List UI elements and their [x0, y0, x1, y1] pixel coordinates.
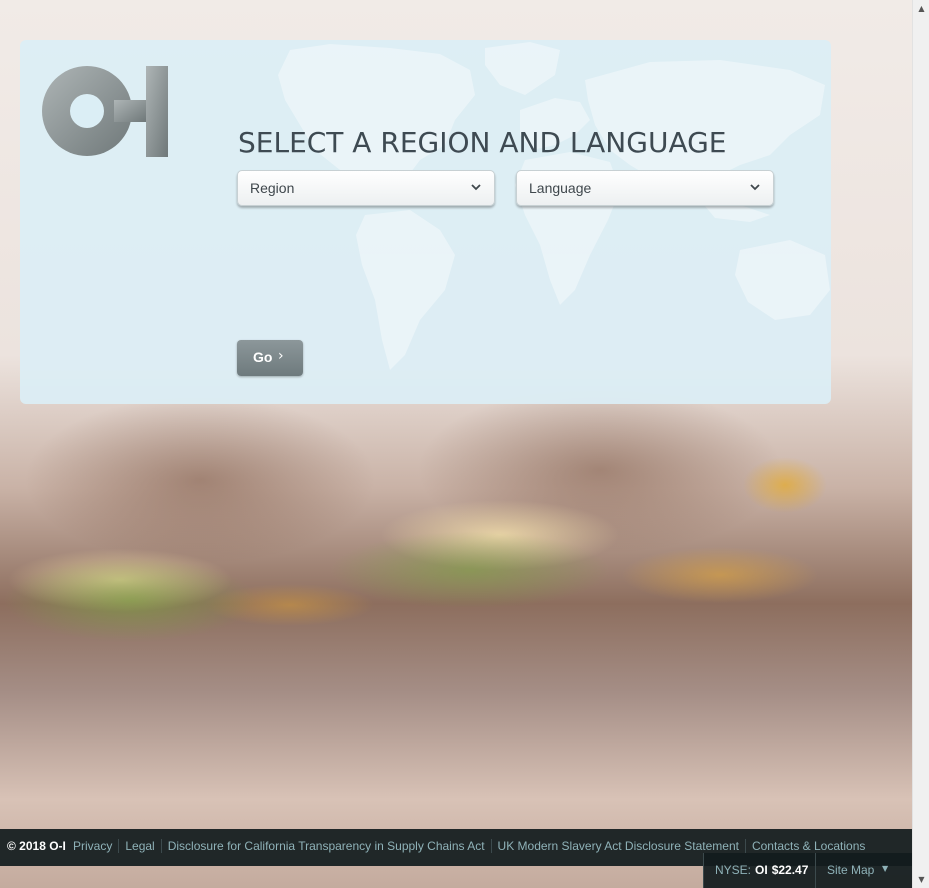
- site-map-label: Site Map: [827, 863, 875, 877]
- stock-ticker-bar: NYSE: OI $22.47 Site Map ▼: [703, 853, 912, 888]
- language-select[interactable]: Language: [516, 170, 774, 206]
- ticker-exchange: NYSE:: [715, 863, 752, 877]
- ticker-symbol: OI: [755, 863, 768, 877]
- footer-link-california-disclosure[interactable]: Disclosure for California Transparency i…: [160, 839, 491, 853]
- ticker-price: $22.47: [771, 863, 809, 877]
- chevron-down-icon: [471, 184, 481, 191]
- region-select[interactable]: Region: [237, 170, 495, 206]
- caret-down-icon: ▼: [882, 864, 889, 873]
- stock-ticker: NYSE: OI $22.47: [715, 863, 808, 877]
- language-select-label: Language: [529, 180, 592, 196]
- vertical-scrollbar[interactable]: ▲ ▼: [912, 0, 929, 888]
- scroll-down-arrow-icon[interactable]: ▼: [913, 871, 929, 888]
- footer-links: Privacy Legal Disclosure for California …: [67, 839, 871, 853]
- region-select-label: Region: [250, 180, 295, 196]
- chevron-down-icon: [750, 184, 760, 191]
- footer-link-uk-modern-slavery[interactable]: UK Modern Slavery Act Disclosure Stateme…: [490, 839, 745, 853]
- region-language-panel: SELECT A REGION AND LANGUAGE Region Lang…: [20, 40, 831, 404]
- world-map-graphic: [278, 42, 830, 370]
- chevron-right-icon: ›: [278, 348, 284, 364]
- oi-logo: [42, 66, 168, 157]
- go-button[interactable]: Go ›: [237, 340, 303, 376]
- scroll-up-arrow-icon[interactable]: ▲: [913, 0, 929, 17]
- page-title: SELECT A REGION AND LANGUAGE: [238, 126, 727, 159]
- go-button-label: Go: [253, 349, 273, 365]
- copyright-text: © 2018 O-I: [7, 839, 66, 853]
- footer-link-legal[interactable]: Legal: [118, 839, 160, 853]
- footer-link-contacts[interactable]: Contacts & Locations: [744, 839, 871, 853]
- footer-link-privacy[interactable]: Privacy: [67, 839, 118, 853]
- site-map-button[interactable]: Site Map ▼: [815, 853, 912, 888]
